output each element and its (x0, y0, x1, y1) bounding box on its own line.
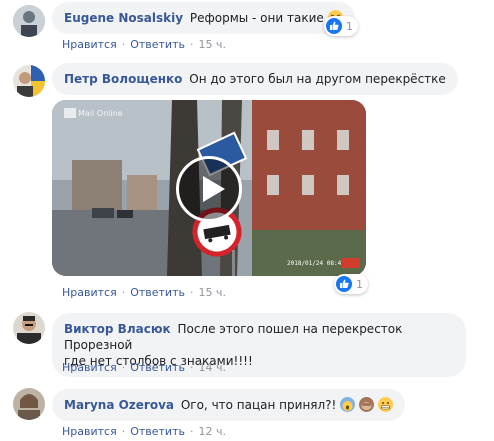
author-name[interactable]: Петр Волощенко (64, 72, 182, 86)
reaction-number: 1 (356, 277, 363, 291)
video-watermark: Mail Online (78, 109, 123, 118)
avatar[interactable] (13, 5, 45, 37)
grimacing-emoji-icon (377, 397, 393, 412)
author-name[interactable]: Maryna Ozerova (64, 398, 174, 412)
timestamp[interactable]: 15 ч. (198, 286, 226, 299)
scream-emoji-icon (340, 397, 356, 412)
play-icon[interactable] (176, 156, 242, 222)
avatar[interactable] (13, 65, 45, 97)
separator: · (121, 286, 126, 299)
separator: · (121, 425, 126, 438)
comment-actions: Нравится · Ответить · 15 ч. (62, 38, 226, 51)
like-link[interactable]: Нравится (62, 425, 117, 438)
timestamp[interactable]: 15 ч. (198, 38, 226, 51)
separator: · (189, 361, 194, 374)
comment-bubble: Maryna Ozerova Ого, что пацан принял?! (52, 389, 405, 421)
comment-text: Реформы - они такие (189, 11, 324, 25)
comment-text: Он до этого был на другом перекрёстке (189, 72, 446, 86)
reaction-count[interactable]: 1 (334, 274, 368, 294)
author-name[interactable]: Eugene Nosalskiy (64, 11, 183, 25)
avatar[interactable] (13, 312, 45, 344)
reply-link[interactable]: Ответить (130, 38, 185, 51)
separator: · (189, 425, 194, 438)
comment-text: Ого, что пацан принял?! (180, 398, 337, 412)
comment-actions: Нравится · Ответить · 12 ч. (62, 425, 226, 438)
reaction-number: 1 (346, 19, 353, 33)
separator: · (121, 361, 126, 374)
separator: · (189, 38, 194, 51)
separator: · (189, 286, 194, 299)
avatar[interactable] (13, 388, 45, 420)
timestamp[interactable]: 14 ч. (198, 361, 226, 374)
like-link[interactable]: Нравится (62, 361, 117, 374)
timestamp[interactable]: 12 ч. (198, 425, 226, 438)
like-link[interactable]: Нравится (62, 286, 117, 299)
separator: · (121, 38, 126, 51)
like-icon (336, 276, 352, 292)
reaction-count[interactable]: 1 (324, 16, 358, 36)
author-name[interactable]: Виктор Власюк (64, 322, 171, 336)
reply-link[interactable]: Ответить (130, 286, 185, 299)
video-attachment[interactable]: Mail Online 2018/01/24 08:41:13 (52, 100, 366, 276)
comment-bubble: Eugene Nosalskiy Реформы - они такие (52, 2, 355, 34)
comment-actions: Нравится · Ответить · 15 ч. (62, 286, 226, 299)
like-link[interactable]: Нравится (62, 38, 117, 51)
like-icon (326, 18, 342, 34)
reply-link[interactable]: Ответить (130, 361, 185, 374)
comment-bubble: Петр Волощенко Он до этого был на другом… (52, 63, 458, 95)
comment-actions: Нравится · Ответить · 14 ч. (62, 361, 226, 374)
see-no-evil-monkey-emoji-icon (359, 397, 375, 412)
reply-link[interactable]: Ответить (130, 425, 185, 438)
